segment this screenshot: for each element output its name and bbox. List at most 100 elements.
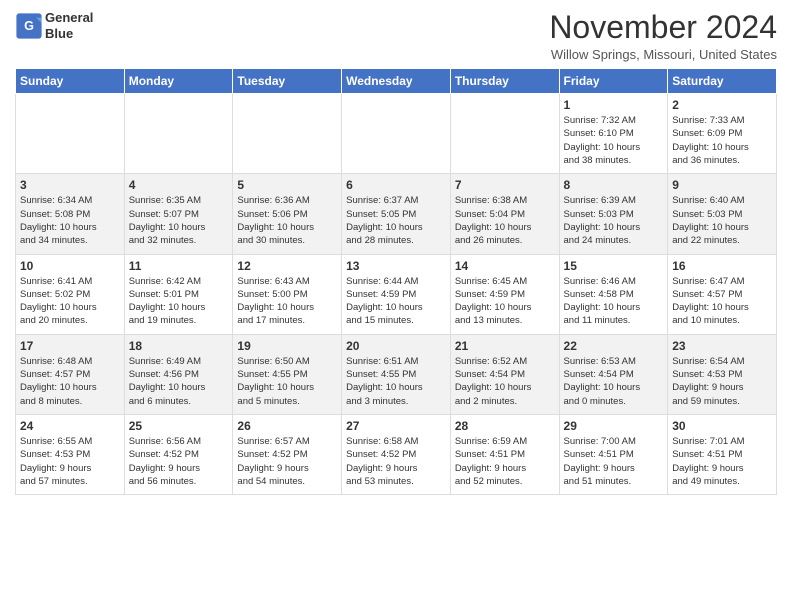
calendar-table: SundayMondayTuesdayWednesdayThursdayFrid…: [15, 68, 777, 495]
day-info: Sunrise: 6:56 AM Sunset: 4:52 PM Dayligh…: [129, 435, 229, 488]
day-cell: 25 Sunrise: 6:56 AM Sunset: 4:52 PM Dayli…: [124, 414, 233, 494]
day-cell: 18 Sunrise: 6:49 AM Sunset: 4:56 PM Dayli…: [124, 334, 233, 414]
day-number: 13: [346, 259, 446, 273]
day-cell: 27Sunrise: 6:58 AM Sunset: 4:52 PM Dayli…: [342, 414, 451, 494]
day-number: 8: [564, 178, 664, 192]
day-info: Sunrise: 6:47 AM Sunset: 4:57 PM Dayligh…: [672, 275, 772, 328]
day-cell: 10 Sunrise: 6:41 AM Sunset: 5:02 PM Dayli…: [16, 254, 125, 334]
col-header-friday: Friday: [559, 69, 668, 94]
week-row-3: 10 Sunrise: 6:41 AM Sunset: 5:02 PM Dayli…: [16, 254, 777, 334]
page-header: G General Blue November 2024 Willow Spri…: [15, 10, 777, 62]
day-cell: 15Sunrise: 6:46 AM Sunset: 4:58 PM Dayli…: [559, 254, 668, 334]
col-header-saturday: Saturday: [668, 69, 777, 94]
day-cell: 16 Sunrise: 6:47 AM Sunset: 4:57 PM Dayli…: [668, 254, 777, 334]
day-number: 20: [346, 339, 446, 353]
month-title: November 2024: [549, 10, 777, 45]
day-info: Sunrise: 7:00 AM Sunset: 4:51 PM Dayligh…: [564, 435, 664, 488]
day-cell: [124, 94, 233, 174]
day-number: 17: [20, 339, 120, 353]
day-number: 23: [672, 339, 772, 353]
day-number: 30: [672, 419, 772, 433]
day-cell: 21Sunrise: 6:52 AM Sunset: 4:54 PM Dayli…: [450, 334, 559, 414]
day-info: Sunrise: 6:35 AM Sunset: 5:07 PM Dayligh…: [129, 194, 229, 247]
day-cell: 5Sunrise: 6:36 AM Sunset: 5:06 PM Daylig…: [233, 174, 342, 254]
day-info: Sunrise: 6:44 AM Sunset: 4:59 PM Dayligh…: [346, 275, 446, 328]
day-number: 28: [455, 419, 555, 433]
day-info: Sunrise: 6:41 AM Sunset: 5:02 PM Dayligh…: [20, 275, 120, 328]
day-info: Sunrise: 6:49 AM Sunset: 4:56 PM Dayligh…: [129, 355, 229, 408]
calendar-header-row: SundayMondayTuesdayWednesdayThursdayFrid…: [16, 69, 777, 94]
day-number: 10: [20, 259, 120, 273]
day-cell: 3 Sunrise: 6:34 AM Sunset: 5:08 PM Daylig…: [16, 174, 125, 254]
day-cell: [342, 94, 451, 174]
week-row-1: 1Sunrise: 7:32 AM Sunset: 6:10 PM Daylig…: [16, 94, 777, 174]
week-row-2: 3 Sunrise: 6:34 AM Sunset: 5:08 PM Daylig…: [16, 174, 777, 254]
day-cell: 11 Sunrise: 6:42 AM Sunset: 5:01 PM Dayli…: [124, 254, 233, 334]
day-info: Sunrise: 6:54 AM Sunset: 4:53 PM Dayligh…: [672, 355, 772, 408]
day-number: 27: [346, 419, 446, 433]
location: Willow Springs, Missouri, United States: [549, 47, 777, 62]
day-cell: 6 Sunrise: 6:37 AM Sunset: 5:05 PM Daylig…: [342, 174, 451, 254]
day-number: 3: [20, 178, 120, 192]
title-block: November 2024 Willow Springs, Missouri, …: [549, 10, 777, 62]
day-number: 18: [129, 339, 229, 353]
logo: G General Blue: [15, 10, 93, 41]
day-number: 16: [672, 259, 772, 273]
day-info: Sunrise: 6:50 AM Sunset: 4:55 PM Dayligh…: [237, 355, 337, 408]
day-cell: 2Sunrise: 7:33 AM Sunset: 6:09 PM Daylig…: [668, 94, 777, 174]
day-info: Sunrise: 6:48 AM Sunset: 4:57 PM Dayligh…: [20, 355, 120, 408]
day-number: 29: [564, 419, 664, 433]
day-number: 21: [455, 339, 555, 353]
day-cell: 1Sunrise: 7:32 AM Sunset: 6:10 PM Daylig…: [559, 94, 668, 174]
day-number: 4: [129, 178, 229, 192]
col-header-sunday: Sunday: [16, 69, 125, 94]
day-cell: [450, 94, 559, 174]
day-cell: 17 Sunrise: 6:48 AM Sunset: 4:57 PM Dayli…: [16, 334, 125, 414]
day-cell: 19Sunrise: 6:50 AM Sunset: 4:55 PM Dayli…: [233, 334, 342, 414]
day-number: 12: [237, 259, 337, 273]
svg-text:G: G: [24, 19, 34, 33]
day-info: Sunrise: 6:34 AM Sunset: 5:08 PM Dayligh…: [20, 194, 120, 247]
day-cell: [233, 94, 342, 174]
day-number: 24: [20, 419, 120, 433]
day-info: Sunrise: 6:45 AM Sunset: 4:59 PM Dayligh…: [455, 275, 555, 328]
day-info: Sunrise: 6:55 AM Sunset: 4:53 PM Dayligh…: [20, 435, 120, 488]
day-info: Sunrise: 6:53 AM Sunset: 4:54 PM Dayligh…: [564, 355, 664, 408]
day-info: Sunrise: 6:51 AM Sunset: 4:55 PM Dayligh…: [346, 355, 446, 408]
day-cell: 12 Sunrise: 6:43 AM Sunset: 5:00 PM Dayli…: [233, 254, 342, 334]
day-cell: 13 Sunrise: 6:44 AM Sunset: 4:59 PM Dayli…: [342, 254, 451, 334]
logo-icon: G: [15, 12, 43, 40]
col-header-tuesday: Tuesday: [233, 69, 342, 94]
day-info: Sunrise: 6:39 AM Sunset: 5:03 PM Dayligh…: [564, 194, 664, 247]
day-cell: 23 Sunrise: 6:54 AM Sunset: 4:53 PM Dayli…: [668, 334, 777, 414]
day-info: Sunrise: 6:43 AM Sunset: 5:00 PM Dayligh…: [237, 275, 337, 328]
day-cell: 30 Sunrise: 7:01 AM Sunset: 4:51 PM Dayli…: [668, 414, 777, 494]
day-cell: 4 Sunrise: 6:35 AM Sunset: 5:07 PM Daylig…: [124, 174, 233, 254]
day-number: 11: [129, 259, 229, 273]
day-info: Sunrise: 6:59 AM Sunset: 4:51 PM Dayligh…: [455, 435, 555, 488]
day-info: Sunrise: 6:42 AM Sunset: 5:01 PM Dayligh…: [129, 275, 229, 328]
day-number: 6: [346, 178, 446, 192]
col-header-monday: Monday: [124, 69, 233, 94]
day-info: Sunrise: 6:38 AM Sunset: 5:04 PM Dayligh…: [455, 194, 555, 247]
day-info: Sunrise: 6:57 AM Sunset: 4:52 PM Dayligh…: [237, 435, 337, 488]
col-header-thursday: Thursday: [450, 69, 559, 94]
day-cell: 24 Sunrise: 6:55 AM Sunset: 4:53 PM Dayli…: [16, 414, 125, 494]
day-number: 7: [455, 178, 555, 192]
day-info: Sunrise: 6:46 AM Sunset: 4:58 PM Dayligh…: [564, 275, 664, 328]
day-cell: 22 Sunrise: 6:53 AM Sunset: 4:54 PM Dayli…: [559, 334, 668, 414]
day-info: Sunrise: 7:32 AM Sunset: 6:10 PM Dayligh…: [564, 114, 664, 167]
day-number: 14: [455, 259, 555, 273]
day-number: 26: [237, 419, 337, 433]
day-info: Sunrise: 7:01 AM Sunset: 4:51 PM Dayligh…: [672, 435, 772, 488]
day-cell: 26 Sunrise: 6:57 AM Sunset: 4:52 PM Dayli…: [233, 414, 342, 494]
day-cell: 7 Sunrise: 6:38 AM Sunset: 5:04 PM Daylig…: [450, 174, 559, 254]
logo-text: General Blue: [45, 10, 93, 41]
week-row-4: 17 Sunrise: 6:48 AM Sunset: 4:57 PM Dayli…: [16, 334, 777, 414]
day-number: 25: [129, 419, 229, 433]
day-number: 9: [672, 178, 772, 192]
day-info: Sunrise: 6:37 AM Sunset: 5:05 PM Dayligh…: [346, 194, 446, 247]
day-number: 22: [564, 339, 664, 353]
day-info: Sunrise: 7:33 AM Sunset: 6:09 PM Dayligh…: [672, 114, 772, 167]
day-number: 5: [237, 178, 337, 192]
